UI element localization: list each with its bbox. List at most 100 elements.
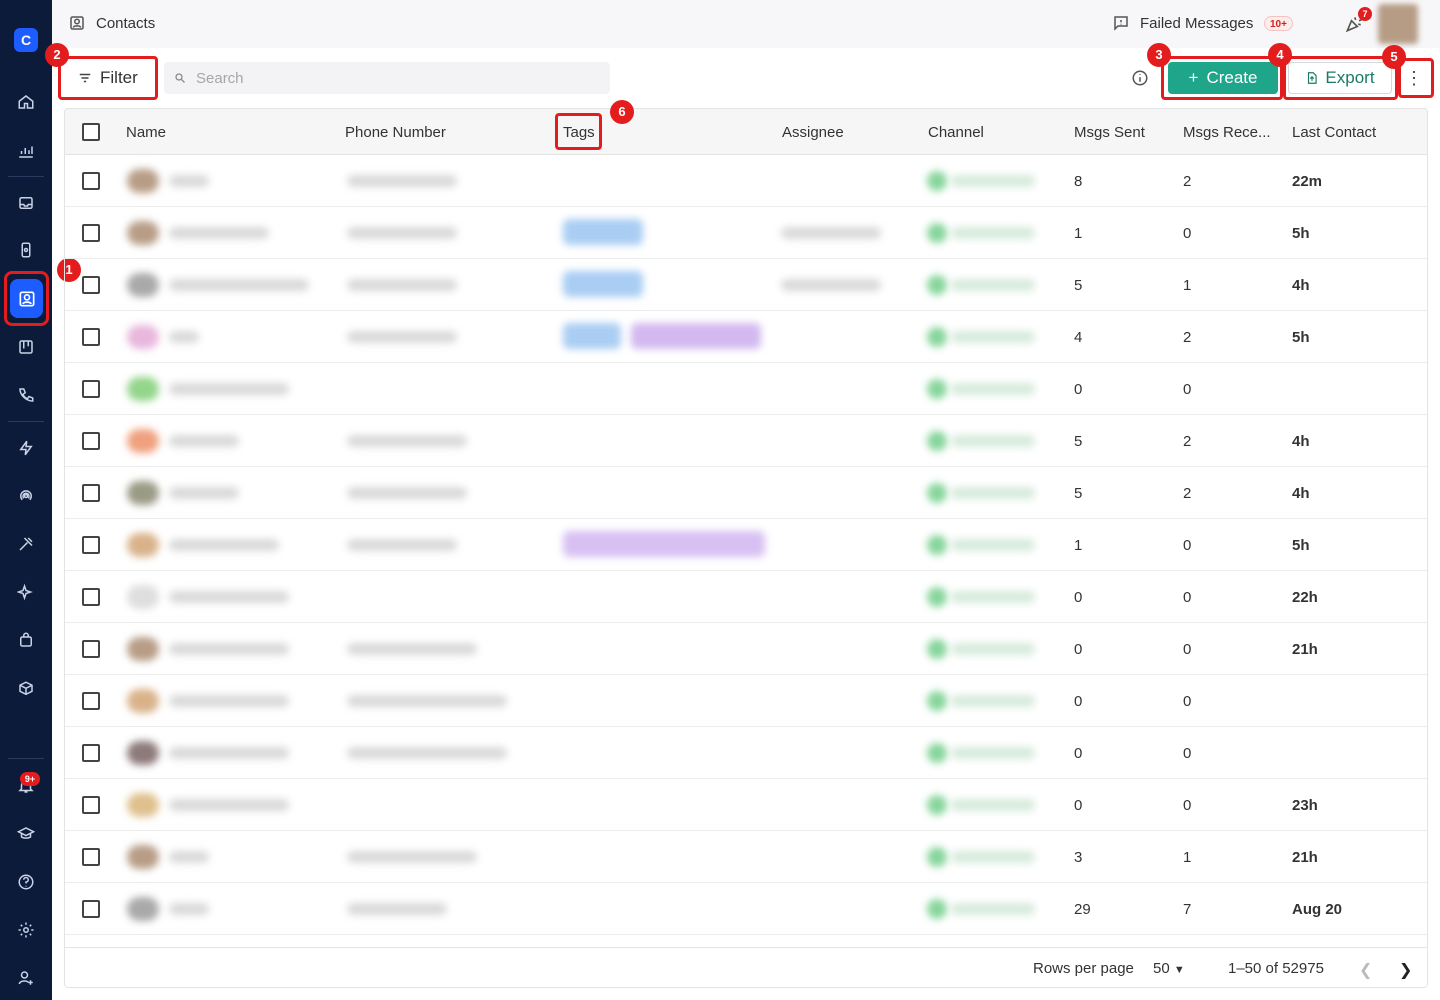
channel-icon (927, 899, 947, 919)
user-settings-icon[interactable] (14, 966, 38, 990)
redacted-tag (563, 531, 765, 557)
table-row[interactable]: 5 2 4h (65, 467, 1427, 519)
msgs-sent-cell: 1 (1074, 225, 1083, 242)
redacted-name[interactable] (169, 695, 289, 707)
row-checkbox[interactable] (82, 588, 100, 606)
package-settings-icon[interactable] (14, 677, 38, 701)
bag-icon[interactable] (14, 628, 38, 652)
inbox-icon[interactable] (14, 191, 38, 215)
redacted-name[interactable] (169, 643, 289, 655)
filter-button[interactable]: Filter (64, 62, 152, 94)
more-options-button[interactable]: ⋮ (1402, 62, 1426, 94)
chevron-right-icon[interactable]: ❯ (1399, 960, 1412, 980)
redacted-name[interactable] (169, 539, 279, 551)
row-checkbox[interactable] (82, 900, 100, 918)
last-contact-cell: Aug 20 (1292, 901, 1343, 918)
redacted-name[interactable] (169, 383, 289, 395)
table-row[interactable]: 00 (65, 727, 1427, 779)
gear-icon[interactable] (14, 918, 38, 942)
select-all-checkbox[interactable] (82, 123, 100, 141)
chevron-left-icon[interactable]: ❮ (1359, 960, 1372, 980)
table-row[interactable]: 1 0 5h (65, 207, 1427, 259)
table-row[interactable]: 0 0 22h (65, 571, 1427, 623)
column-header-msgs-received[interactable]: Msgs Rece... (1183, 124, 1271, 141)
row-checkbox[interactable] (82, 848, 100, 866)
column-header-phone[interactable]: Phone Number (345, 124, 446, 141)
table-row[interactable]: 29 7 Aug 20 (65, 883, 1427, 935)
file-export-icon (1308, 72, 1318, 84)
table-row[interactable]: 0 0 21h (65, 623, 1427, 675)
redacted-name[interactable] (169, 435, 239, 447)
table-header: Name Phone Number Tags Assignee Channel … (65, 109, 1427, 155)
row-checkbox[interactable] (82, 380, 100, 398)
redacted-name[interactable] (169, 591, 289, 603)
row-checkbox[interactable] (82, 172, 100, 190)
row-checkbox[interactable] (82, 796, 100, 814)
sparkle-icon[interactable] (14, 580, 38, 604)
redacted-name[interactable] (169, 279, 309, 291)
rows-per-page-select[interactable]: 50 ▼ (1153, 960, 1185, 977)
redacted-name[interactable] (169, 903, 209, 915)
redacted-name[interactable] (169, 331, 199, 343)
column-header-tags[interactable]: Tags (563, 124, 595, 141)
table-row[interactable]: 5 1 4h (65, 259, 1427, 311)
table-row[interactable]: 0 0 23h (65, 779, 1427, 831)
app-logo[interactable]: C (14, 28, 38, 52)
help-icon[interactable] (14, 870, 38, 894)
phone-icon[interactable] (14, 383, 38, 407)
graduation-icon[interactable] (14, 822, 38, 846)
column-header-assignee[interactable]: Assignee (782, 124, 844, 141)
row-checkbox[interactable] (82, 328, 100, 346)
row-checkbox[interactable] (82, 692, 100, 710)
broadcast-icon[interactable] (14, 484, 38, 508)
row-checkbox[interactable] (82, 484, 100, 502)
table-row[interactable]: 4 2 5h (65, 311, 1427, 363)
redacted-name[interactable] (169, 487, 239, 499)
row-checkbox[interactable] (82, 276, 100, 294)
board-icon[interactable] (14, 335, 38, 359)
export-button[interactable]: Export (1288, 62, 1392, 94)
msgs-sent-cell: 29 (1074, 901, 1091, 918)
search-input[interactable] (196, 69, 576, 87)
row-checkbox[interactable] (82, 744, 100, 762)
table-row[interactable]: 00 (65, 363, 1427, 415)
redacted-name[interactable] (169, 799, 289, 811)
avatar (127, 689, 159, 713)
msgs-sent-cell: 5 (1074, 277, 1083, 294)
create-button[interactable]: + Create (1168, 62, 1278, 94)
user-avatar[interactable] (1378, 4, 1418, 44)
table-row[interactable]: 8 2 22m (65, 155, 1427, 207)
mobile-icon[interactable] (14, 238, 38, 262)
redacted-channel (951, 227, 1035, 239)
redacted-channel (951, 539, 1035, 551)
analytics-icon[interactable] (14, 139, 38, 163)
bolt-icon[interactable] (14, 436, 38, 460)
channel-icon (927, 223, 947, 243)
table-row[interactable]: 3 1 21h (65, 831, 1427, 883)
row-checkbox[interactable] (82, 536, 100, 554)
table-row[interactable]: 1 0 5h (65, 519, 1427, 571)
row-checkbox[interactable] (82, 640, 100, 658)
avatar (127, 845, 159, 869)
table-row[interactable]: 5 2 4h (65, 415, 1427, 467)
column-header-name[interactable]: Name (126, 124, 166, 141)
channel-icon (927, 327, 947, 347)
tools-icon[interactable] (14, 532, 38, 556)
msgs-received-cell: 0 (1183, 745, 1192, 762)
redacted-name[interactable] (169, 851, 209, 863)
row-checkbox[interactable] (82, 432, 100, 450)
msgs-received-cell: 0 (1183, 381, 1192, 398)
redacted-name[interactable] (169, 227, 269, 239)
column-header-channel[interactable]: Channel (928, 124, 984, 141)
column-header-last-contact[interactable]: Last Contact (1292, 124, 1376, 141)
redacted-name[interactable] (169, 747, 289, 759)
failed-messages-link[interactable]: Failed Messages (1140, 15, 1253, 32)
redacted-name[interactable] (169, 175, 209, 187)
message-alert-icon[interactable] (1112, 14, 1130, 32)
row-checkbox[interactable] (82, 224, 100, 242)
column-header-msgs-sent[interactable]: Msgs Sent (1074, 124, 1145, 141)
info-icon[interactable] (1131, 69, 1149, 87)
avatar (127, 169, 159, 193)
table-row[interactable]: 00 (65, 675, 1427, 727)
home-icon[interactable] (14, 90, 38, 114)
